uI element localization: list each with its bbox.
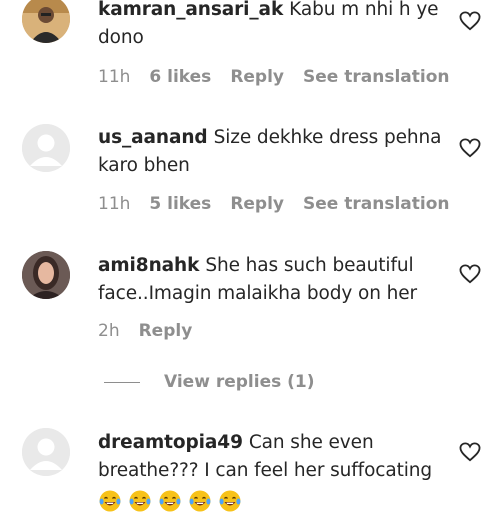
heart-icon[interactable] (459, 11, 481, 31)
divider-line (104, 381, 140, 383)
avatar[interactable] (22, 124, 70, 172)
avatar[interactable] (22, 251, 70, 299)
see-translation-link[interactable]: See translation (303, 67, 449, 87)
comment-time: 2h (98, 321, 120, 341)
avatar-photo (22, 0, 70, 43)
see-translation-link[interactable]: See translation (303, 194, 449, 214)
default-avatar-icon (22, 428, 70, 476)
heart-icon[interactable] (459, 264, 481, 284)
comment-time: 11h (98, 67, 131, 87)
likes-count[interactable]: 6 likes (149, 67, 211, 87)
view-replies-label: View replies (1) (164, 372, 315, 392)
reply-button[interactable]: Reply (139, 321, 193, 341)
comment-username[interactable]: ami8nahk (98, 255, 199, 276)
heart-icon[interactable] (459, 138, 481, 158)
default-avatar-icon (22, 124, 70, 172)
comment-username[interactable]: kamran_ansari_ak (98, 0, 283, 20)
emoji-row (98, 489, 242, 513)
reply-button[interactable]: Reply (230, 67, 284, 87)
likes-count[interactable]: 5 likes (149, 194, 211, 214)
comment-username[interactable]: dreamtopia49 (98, 432, 243, 453)
avatar[interactable] (22, 0, 70, 43)
comment-username[interactable]: us_aanand (98, 127, 208, 148)
laughing-tears-emoji-icon (128, 489, 152, 513)
comment-time: 11h (98, 194, 131, 214)
heart-icon[interactable] (459, 442, 481, 462)
reply-button[interactable]: Reply (230, 194, 284, 214)
avatar-photo (22, 251, 70, 299)
comment-meta: 11h 5 likes Reply See translation (98, 194, 449, 214)
laughing-tears-emoji-icon (98, 489, 122, 513)
laughing-tears-emoji-icon (158, 489, 182, 513)
comment-text: dreamtopia49 Can she even breathe??? I ca… (98, 429, 443, 522)
comment-meta: 11h 6 likes Reply See translation (98, 67, 449, 87)
comment-text: us_aanand Size dekhke dress pehna karo bh… (98, 124, 443, 180)
comment-meta: 2h Reply (98, 321, 192, 341)
laughing-tears-emoji-icon (188, 489, 212, 513)
avatar[interactable] (22, 428, 70, 476)
comment-text: kamran_ansari_ak Kabu m nhi h ye dono (98, 0, 443, 52)
comment-text: ami8nahk She has such beautiful face..Ima… (98, 252, 443, 308)
view-replies-button[interactable]: View replies (1) (104, 372, 315, 392)
laughing-tears-emoji-icon (218, 489, 242, 513)
